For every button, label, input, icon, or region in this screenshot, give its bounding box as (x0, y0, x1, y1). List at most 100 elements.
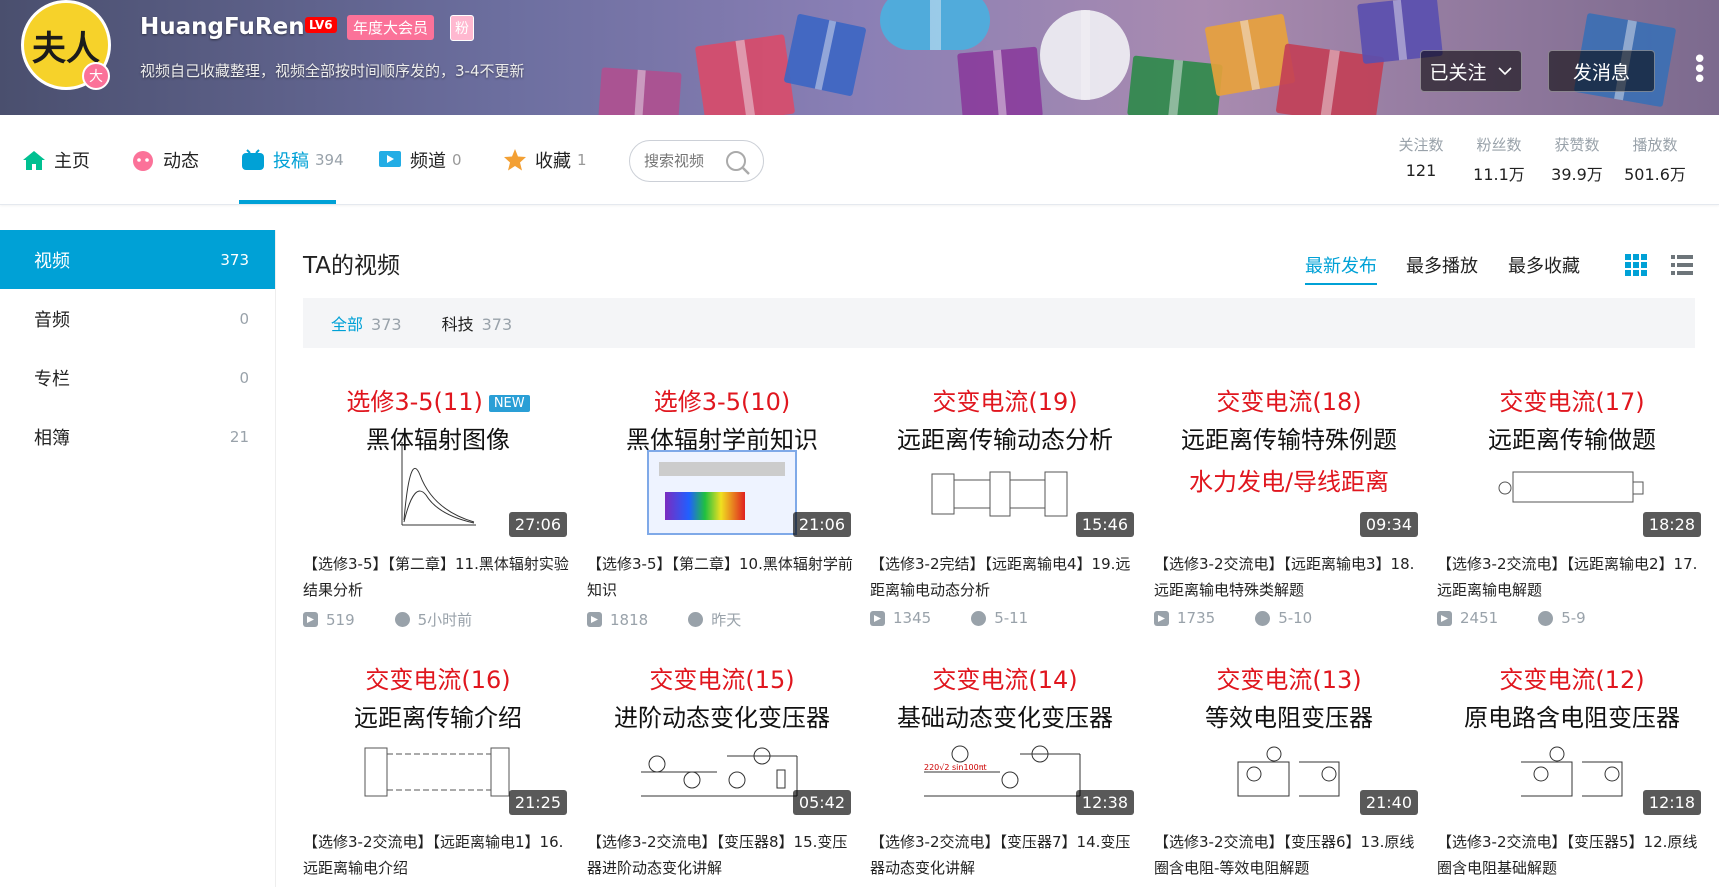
video-duration: 05:42 (792, 790, 851, 815)
level-badge: LV6 (305, 17, 337, 33)
search-input[interactable] (644, 152, 729, 170)
play-count: 1345 (893, 609, 932, 627)
thumb-black-title: 远距离传输动态分析 (897, 426, 1113, 454)
nav-active-indicator (239, 200, 336, 204)
stat-plays: 播放数 501.6万 (1619, 134, 1691, 185)
filter-all-count: 373 (371, 315, 402, 334)
search-box[interactable] (629, 140, 764, 182)
thumb-diagram (647, 450, 797, 539)
clock-icon (394, 612, 410, 627)
sidebar-item-album[interactable]: 相簿 21 (0, 407, 275, 466)
filter-tech[interactable]: 科技 373 (442, 311, 513, 335)
video-duration: 18:28 (1642, 512, 1701, 537)
video-card[interactable]: 交变电流(13) 等效电阻变压器 21:40 【选修3-2交流电】【变压器6】13.原… (1154, 648, 1424, 881)
message-button[interactable]: 发消息 (1548, 50, 1655, 92)
sidebar-item-article[interactable]: 专栏 0 (0, 348, 275, 407)
video-card[interactable]: 选修3-5(10) 黑体辐射学前知识 21:06 【选修3-5】【第二章】10.黑体辐… (587, 370, 857, 630)
follow-button[interactable]: 已关注 (1420, 50, 1522, 92)
sort-most-favorited[interactable]: 最多收藏 (1508, 252, 1580, 278)
list-view-icon[interactable] (1670, 253, 1694, 277)
nav-tougao[interactable]: 投稿 394 (241, 145, 344, 175)
channel-icon (378, 148, 402, 172)
video-thumbnail[interactable]: 选修3-5(10) 黑体辐射学前知识 21:06 (587, 370, 857, 545)
video-duration: 09:34 (1359, 512, 1418, 537)
video-duration: 12:38 (1075, 790, 1134, 815)
thumb-black-title: 远距离传输做题 (1488, 426, 1656, 454)
more-options-icon[interactable]: • • • (1692, 47, 1707, 93)
thumb-red-title: 交变电流(13) (1216, 666, 1362, 694)
video-thumbnail[interactable]: 选修3-5(11) NEW 黑体辐射图像 27:06 (303, 370, 573, 545)
video-thumbnail[interactable]: 交变电流(14) 基础动态变化变压器 220√2 sin100πt 12:38 (870, 648, 1140, 823)
fan-badge: 粉 (450, 15, 474, 41)
nav-favorites[interactable]: 收藏 1 (503, 145, 587, 175)
vip-badge[interactable]: 年度大会员 (347, 15, 435, 40)
video-title[interactable]: 【选修3-2交流电】【远距离输电1】16.远距离输电介绍 (303, 829, 573, 881)
video-title[interactable]: 【选修3-2交流电】【远距离输电3】18.远距离输电特殊类解题 (1154, 551, 1424, 603)
thumb-red-title: 选修3-5(11) NEW (303, 382, 573, 417)
play-count: 1818 (610, 610, 649, 629)
thumb-diagram (637, 744, 807, 808)
nav-channel[interactable]: 频道 0 (378, 145, 462, 175)
thumb-black-title: 远距离传输特殊例题 (1181, 426, 1397, 454)
video-card[interactable]: 交变电流(15) 进阶动态变化变压器 05:42 【选修3-2交流电】【变压器8】15… (587, 648, 857, 881)
thumb-diagram (1497, 466, 1647, 510)
video-title[interactable]: 【选修3-2交流电】【变压器8】15.变压器进阶动态变化讲解 (587, 829, 857, 881)
video-meta: 1345 5-11 (870, 609, 1140, 627)
video-card[interactable]: 交变电流(14) 基础动态变化变压器 220√2 sin100πt 12:38 【选修3… (870, 648, 1140, 881)
video-thumbnail[interactable]: 交变电流(13) 等效电阻变压器 21:40 (1154, 648, 1424, 823)
video-title[interactable]: 【选修3-2交流电】【远距离输电2】17.远距离输电解题 (1437, 551, 1707, 603)
video-title[interactable]: 【选修3-2交流电】【变压器7】14.变压器动态变化讲解 (870, 829, 1140, 881)
follow-label: 已关注 (1429, 61, 1487, 84)
filter-tech-label: 科技 (441, 315, 474, 334)
sidebar-item-audio[interactable]: 音频 0 (0, 289, 275, 348)
grid-view-icon[interactable] (1624, 253, 1648, 277)
video-title[interactable]: 【选修3-5】【第二章】11.黑体辐射实验结果分析 (303, 551, 573, 603)
video-card[interactable]: 选修3-5(11) NEW 黑体辐射图像 27:06 【选修3-5】【第二章】11.黑体… (303, 370, 573, 630)
video-card[interactable]: 交变电流(12) 原电路含电阻变压器 12:18 【选修3-2交流电】【变压器5】12… (1437, 648, 1707, 881)
thumb-red-title: 交变电流(18) (1216, 388, 1362, 416)
video-thumbnail[interactable]: 交变电流(17) 远距离传输做题 18:28 (1437, 370, 1707, 545)
video-thumbnail[interactable]: 交变电流(16) 远距离传输介绍 21:25 (303, 648, 573, 823)
sort-most-played[interactable]: 最多播放 (1406, 252, 1478, 278)
thumb-diagram (1234, 744, 1344, 808)
video-title[interactable]: 【选修3-2交流电】【变压器5】12.原线圈含电阻基础解题 (1437, 829, 1707, 881)
home-icon (22, 148, 46, 172)
sidebar-item-video[interactable]: 视频 373 (0, 230, 275, 289)
video-card[interactable]: 交变电流(19) 远距离传输动态分析 15:46 【选修3-2完结】【远距离输电4】1… (870, 370, 1140, 627)
nav-dynamic[interactable]: 动态 (131, 145, 199, 175)
nav-home-label: 主页 (54, 151, 90, 172)
video-card[interactable]: 交变电流(17) 远距离传输做题 18:28 【选修3-2交流电】【远距离输电2】17… (1437, 370, 1707, 627)
thumb-diagram (930, 466, 1080, 530)
stat-followers[interactable]: 粉丝数 11.1万 (1463, 134, 1535, 185)
video-thumbnail[interactable]: 交变电流(15) 进阶动态变化变压器 05:42 (587, 648, 857, 823)
video-title[interactable]: 【选修3-5】【第二章】10.黑体辐射学前知识 (587, 551, 857, 603)
stat-value: 121 (1405, 161, 1437, 180)
upload-time: 昨天 (711, 611, 742, 629)
nav-bar: 主页 动态 投稿 394 频道 0 收藏 1 关注数 121 粉丝数 11.1万 获… (0, 115, 1719, 205)
video-card[interactable]: 交变电流(18) 远距离传输特殊例题 水力发电/导线距离 09:34 【选修3-2交流电… (1154, 370, 1424, 627)
upload-time: 5-11 (994, 609, 1029, 627)
thumb-red-title: 交变电流(19) (932, 388, 1078, 416)
sidebar-item-label: 音频 (34, 309, 70, 331)
filter-all[interactable]: 全部 373 (331, 311, 402, 335)
thumb-black-title: 原电路含电阻变压器 (1464, 704, 1680, 732)
thumb-diagram: 220√2 sin100πt (920, 744, 1090, 808)
video-thumbnail[interactable]: 交变电流(19) 远距离传输动态分析 15:46 (870, 370, 1140, 545)
stat-label: 粉丝数 (1476, 136, 1522, 154)
sort-newest[interactable]: 最新发布 (1305, 252, 1377, 285)
search-icon[interactable] (725, 150, 751, 176)
video-card[interactable]: 交变电流(16) 远距离传输介绍 21:25 【选修3-2交流电】【远距离输电1】16… (303, 648, 573, 881)
video-thumbnail[interactable]: 交变电流(12) 原电路含电阻变压器 12:18 (1437, 648, 1707, 823)
stat-value: 39.9万 (1551, 165, 1603, 184)
play-count: 2451 (1460, 609, 1499, 627)
nav-home[interactable]: 主页 (22, 145, 90, 175)
thumb-red-title: 交变电流(14) (932, 666, 1078, 694)
username[interactable]: HuangFuRen (140, 14, 305, 40)
sidebar-item-count: 0 (239, 368, 249, 387)
thumb-diagram (1517, 744, 1627, 808)
message-label: 发消息 (1572, 61, 1630, 84)
video-title[interactable]: 【选修3-2交流电】【变压器6】13.原线圈含电阻-等效电阻解题 (1154, 829, 1424, 881)
video-title[interactable]: 【选修3-2完结】【远距离输电4】19.远距离输电动态分析 (870, 551, 1140, 603)
stat-following[interactable]: 关注数 121 (1385, 134, 1457, 180)
video-thumbnail[interactable]: 交变电流(18) 远距离传输特殊例题 水力发电/导线距离 09:34 (1154, 370, 1424, 545)
